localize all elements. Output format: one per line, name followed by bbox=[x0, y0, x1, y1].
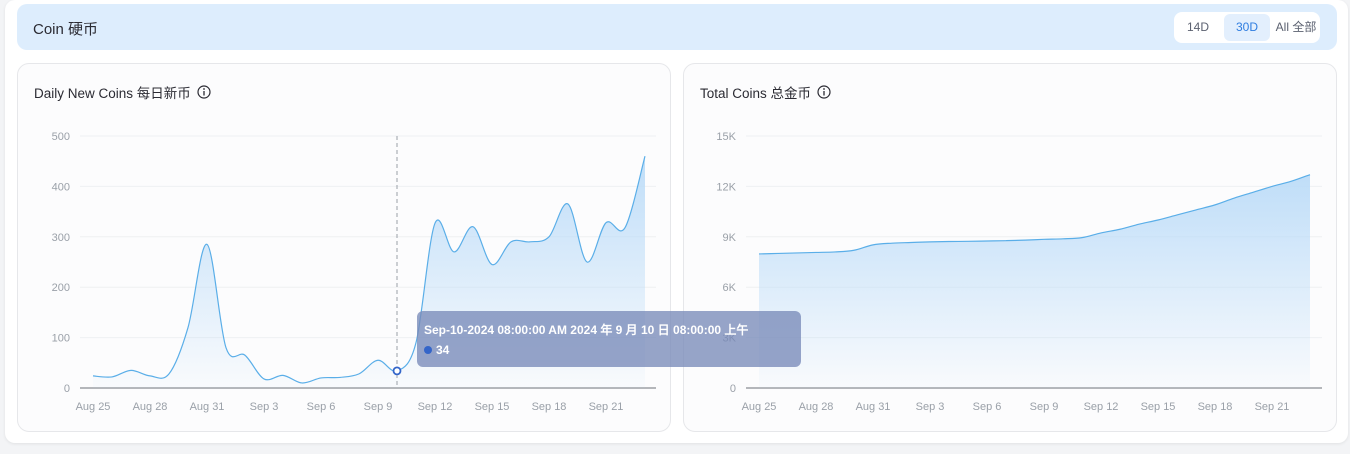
series-dot-icon bbox=[424, 346, 432, 354]
x-tick-label: Aug 31 bbox=[856, 401, 891, 413]
y-tick-label: 12K bbox=[716, 181, 736, 193]
x-tick-label: Sep 3 bbox=[916, 401, 945, 413]
y-tick-label: 6K bbox=[723, 282, 737, 294]
x-tick-label: Sep 15 bbox=[475, 401, 510, 413]
time-range-selector: 14D 30D All 全部 bbox=[1174, 12, 1320, 43]
total-coins-chart[interactable]: 03K6K9K12K15KAug 25Aug 28Aug 31Sep 3Sep … bbox=[684, 64, 1336, 431]
tooltip-value-row: 34 bbox=[424, 343, 449, 357]
y-tick-label: 0 bbox=[730, 383, 736, 395]
range-30d-button[interactable]: 30D bbox=[1224, 14, 1270, 41]
x-tick-label: Sep 18 bbox=[532, 401, 567, 413]
y-tick-label: 300 bbox=[52, 232, 70, 244]
coin-header: Coin 硬币 14D 30D All 全部 bbox=[17, 4, 1337, 50]
x-tick-label: Aug 25 bbox=[76, 401, 111, 413]
x-tick-label: Sep 9 bbox=[1030, 401, 1059, 413]
tooltip-value: 34 bbox=[436, 343, 450, 357]
y-tick-label: 200 bbox=[52, 282, 70, 294]
y-tick-label: 15K bbox=[716, 131, 736, 143]
y-tick-label: 500 bbox=[52, 131, 70, 143]
x-tick-label: Sep 9 bbox=[364, 401, 393, 413]
series-area bbox=[759, 174, 1310, 388]
daily-new-coins-chart[interactable]: 0 100 200 300 400 500 Aug 25 Aug 28 Aug 31 Sep 3 S… bbox=[18, 64, 670, 431]
x-tick-label: Sep 18 bbox=[1198, 401, 1233, 413]
x-tick-label: Aug 25 bbox=[742, 401, 777, 413]
x-tick-label: Sep 3 bbox=[250, 401, 279, 413]
y-tick-label: 0 bbox=[64, 383, 70, 395]
x-tick-label: Sep 6 bbox=[307, 401, 336, 413]
chart-tooltip: Sep-10-2024 08:00:00 AM 2024 年 9 月 10 日 … bbox=[417, 311, 801, 367]
hover-point[interactable] bbox=[392, 366, 402, 376]
y-tick-label: 400 bbox=[52, 181, 70, 193]
x-tick-label: Aug 31 bbox=[190, 401, 225, 413]
x-tick-label: Sep 15 bbox=[1141, 401, 1176, 413]
x-tick-label: Aug 28 bbox=[799, 401, 834, 413]
range-all-button[interactable]: All 全部 bbox=[1273, 14, 1319, 41]
tooltip-date: Sep-10-2024 08:00:00 AM 2024 年 9 月 10 日 … bbox=[424, 323, 749, 337]
y-tick-label: 9K bbox=[723, 232, 737, 244]
x-tick-label: Sep 12 bbox=[1084, 401, 1119, 413]
daily-new-coins-card: Daily New Coins 每日新币 0 100 200 300 400 500 Aug… bbox=[17, 63, 671, 432]
y-tick-label: 100 bbox=[52, 333, 70, 345]
range-14d-button[interactable]: 14D bbox=[1178, 14, 1218, 41]
total-coins-card: Total Coins 总金币 03K6K9K12K15KAug 25Aug 2… bbox=[683, 63, 1337, 432]
x-tick-label: Sep 12 bbox=[418, 401, 453, 413]
x-tick-label: Sep 21 bbox=[1255, 401, 1290, 413]
x-tick-label: Sep 6 bbox=[973, 401, 1002, 413]
section-title: Coin 硬币 bbox=[33, 21, 99, 38]
x-tick-label: Sep 21 bbox=[589, 401, 624, 413]
x-tick-label: Aug 28 bbox=[133, 401, 168, 413]
